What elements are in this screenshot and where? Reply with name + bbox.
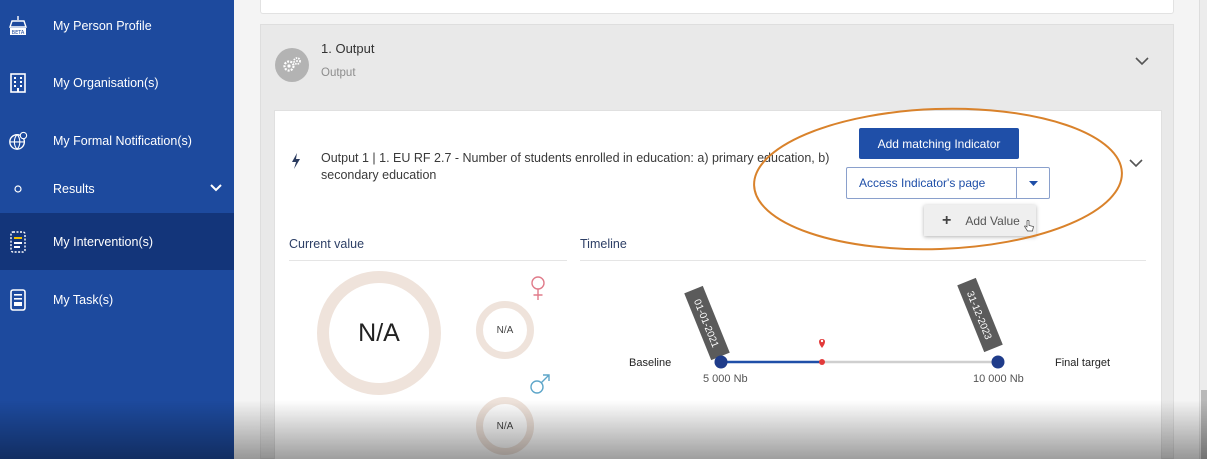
output-chevron-down-icon[interactable] (1129, 155, 1143, 173)
baseline-dot (714, 355, 728, 369)
sidebar-item-results[interactable]: Results (0, 174, 234, 204)
final-target-label: Final target (1055, 357, 1111, 369)
sidebar-item-interventions[interactable]: My Intervention(s) (0, 213, 234, 270)
divider (580, 260, 1146, 261)
previous-card (260, 0, 1174, 14)
add-value-label: Add Value (965, 213, 1020, 228)
beta-badge-icon: BETA (8, 15, 28, 37)
current-value-heading: Current value (289, 237, 365, 251)
output-section: 1. Output Output Output 1 | 1. EU RF 2.7… (260, 24, 1174, 459)
sidebar-item-organisations[interactable]: My Organisation(s) (0, 64, 234, 102)
sidebar-item-label: My Task(s) (53, 293, 114, 307)
male-icon (529, 373, 551, 401)
building-icon (8, 72, 28, 94)
sidebar: BETA My Person Profile My Organisation(s… (0, 0, 234, 459)
output-title: Output 1 | 1. EU RF 2.7 - Number of stud… (321, 151, 830, 182)
section-chevron-down-icon[interactable] (1135, 53, 1149, 71)
section-subtitle: Output (321, 67, 356, 79)
final-target-value: 10 000 Nb (973, 373, 1024, 385)
start-date-flag: 01-01-2021 (684, 285, 730, 361)
timeline-heading: Timeline (580, 237, 627, 251)
sidebar-item-label: My Intervention(s) (53, 234, 154, 249)
baseline-label: Baseline (629, 357, 672, 369)
add-value-menu-item[interactable]: + Add Value (924, 205, 1036, 236)
access-indicator-page-button[interactable]: Access Indicator's page (846, 167, 1017, 199)
end-date-flag: 31-12-2023 (957, 277, 1003, 353)
bullet-icon (8, 178, 28, 200)
caret-down-icon (1028, 180, 1038, 186)
current-marker-dot (819, 359, 825, 365)
globe-notification-icon (8, 130, 28, 152)
baseline-value: 5 000 Nb (703, 373, 748, 385)
gears-icon (275, 48, 309, 82)
output-card: Output 1 | 1. EU RF 2.7 - Number of stud… (274, 110, 1162, 459)
timeline-graphic: 01-01-2021 31-12-2023 (684, 277, 1005, 369)
location-pin-icon (819, 339, 825, 348)
sidebar-item-person-profile[interactable]: BETA My Person Profile (0, 8, 234, 44)
plus-icon: + (942, 211, 952, 229)
final-target-dot (991, 355, 1005, 369)
female-value-donut: N/A (476, 301, 534, 359)
intervention-doc-icon (8, 230, 28, 253)
scrollbar-thumb[interactable] (1201, 390, 1207, 459)
hand-cursor-icon (1024, 220, 1034, 232)
chevron-down-icon (210, 183, 222, 195)
sidebar-item-label: My Formal Notification(s) (53, 134, 192, 148)
sidebar-item-formal-notifications[interactable]: My Formal Notification(s) (0, 122, 234, 160)
divider (289, 260, 567, 261)
sidebar-item-label: Results (53, 182, 95, 196)
section-title: 1. Output (321, 41, 375, 56)
add-matching-indicator-button[interactable]: Add matching Indicator (859, 128, 1019, 159)
svg-text:BETA: BETA (12, 30, 25, 36)
indicator-dropdown-toggle[interactable] (1017, 167, 1050, 199)
male-value-donut: N/A (476, 397, 534, 455)
task-doc-icon (8, 289, 28, 311)
lightning-icon (291, 153, 301, 174)
total-value-donut: N/A (317, 271, 441, 395)
page-scrollbar[interactable] (1199, 0, 1207, 459)
female-icon (530, 275, 546, 307)
sidebar-item-label: My Person Profile (53, 19, 152, 33)
sidebar-item-tasks[interactable]: My Task(s) (0, 282, 234, 318)
sidebar-item-label: My Organisation(s) (53, 76, 159, 90)
